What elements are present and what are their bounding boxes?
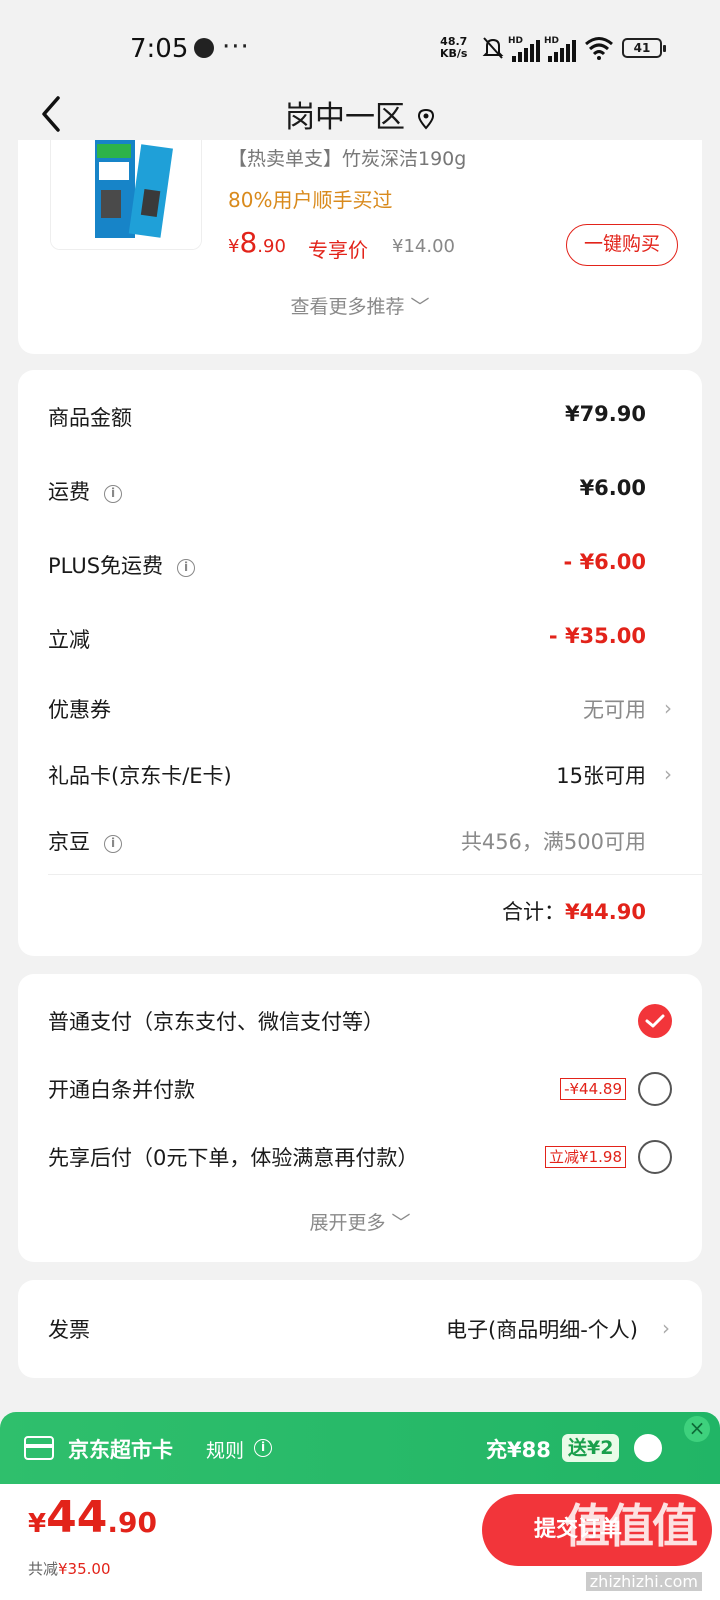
summary-row-jd-beans: 京豆 i 共456，满500可用: [48, 830, 646, 854]
info-icon[interactable]: i: [104, 485, 122, 503]
payment-option-normal[interactable]: 普通支付（京东支付、微信支付等）: [48, 1004, 672, 1044]
promo-rules-link[interactable]: 规则: [206, 1436, 244, 1463]
more-recommendations-link[interactable]: 查看更多推荐 ﹀: [18, 292, 702, 319]
page-title[interactable]: 岗中一区: [0, 92, 720, 136]
promo-recharge: 充¥88: [486, 1438, 551, 1462]
total-price: ¥44.90: [28, 1492, 157, 1543]
exclusive-price-label: 专享价: [308, 238, 368, 262]
promo-gift-badge: 送¥2: [562, 1434, 620, 1462]
watermark-url: zhizhizhi.com: [585, 1572, 702, 1591]
battery-icon: 41: [622, 38, 666, 58]
recommend-price: ¥8.90: [228, 226, 286, 259]
total-saved: 共减¥35.00: [28, 1560, 111, 1578]
original-price: ¥14.00: [392, 236, 455, 257]
invoice-card[interactable]: 发票 电子(商品明细-个人) ›: [18, 1280, 702, 1378]
network-speed: 48.7 KB/s: [440, 35, 468, 60]
toothpaste-image: [51, 140, 201, 249]
info-icon[interactable]: i: [254, 1439, 272, 1457]
chevron-right-icon: ›: [662, 1316, 670, 1340]
purchase-hint: 80%用户顺手买过: [228, 188, 393, 212]
radio-unchecked-icon[interactable]: [638, 1140, 672, 1174]
one-click-buy-button[interactable]: 一键购买: [566, 224, 678, 266]
radio-checked-icon[interactable]: [638, 1004, 672, 1038]
summary-row-gift-card[interactable]: 礼品卡(京东卡/E卡) 15张可用 ›: [48, 760, 672, 800]
invoice-label: 发票: [48, 1318, 90, 1342]
pay-later-tag: 立减¥1.98: [545, 1146, 626, 1168]
summary-total: 合计：¥44.90: [501, 900, 646, 924]
promo-radio[interactable]: [634, 1434, 662, 1462]
radio-unchecked-icon[interactable]: [638, 1072, 672, 1106]
payment-method-card: 普通支付（京东支付、微信支付等） 开通白条并付款 -¥44.89 先享后付（0元…: [18, 974, 702, 1262]
divider: [48, 874, 702, 875]
signal-1-icon: HD: [508, 36, 544, 62]
wifi-icon: [585, 37, 613, 60]
summary-row-shipping: 运费 i ¥6.00: [48, 476, 646, 504]
card-icon: [24, 1436, 54, 1460]
summary-row-coupon[interactable]: 优惠券 无可用 ›: [48, 694, 672, 734]
signal-2-icon: HD: [544, 36, 580, 62]
chevron-right-icon: ›: [664, 696, 672, 720]
supermarket-card-banner: 京东超市卡 规则 i 充¥88 送¥2 ×: [0, 1412, 720, 1484]
expand-more-link[interactable]: 展开更多 ﹀: [18, 1208, 702, 1235]
notification-dot-icon: [194, 38, 214, 58]
payment-option-pay-later[interactable]: 先享后付（0元下单，体验满意再付款） 立减¥1.98: [48, 1140, 672, 1180]
price-summary-card: 商品金额 ¥79.90 运费 i ¥6.00 PLUS免运费 i - ¥6.00 立…: [18, 370, 702, 956]
summary-row-goods: 商品金额 ¥79.90: [48, 402, 646, 430]
payment-option-baitiao[interactable]: 开通白条并付款 -¥44.89: [48, 1072, 672, 1112]
mute-bell-icon: [482, 37, 504, 59]
summary-row-discount: 立减 - ¥35.00: [48, 624, 646, 652]
product-name: 【热卖单支】竹炭深洁190g: [228, 148, 467, 170]
close-icon[interactable]: ×: [684, 1416, 710, 1442]
status-bar: 7:05 ··· 48.7 KB/s HD HD 41: [0, 0, 720, 80]
watermark-logo: 值值值: [564, 1499, 698, 1553]
location-pin-icon: [417, 108, 435, 130]
summary-row-plus-free-shipping: PLUS免运费 i - ¥6.00: [48, 550, 646, 578]
invoice-value: 电子(商品明细-个人): [446, 1318, 638, 1342]
info-icon[interactable]: i: [177, 559, 196, 577]
recommend-card: 【热卖单支】竹炭深洁190g 80%用户顺手买过 ¥8.90 专享价 ¥14.0…: [18, 140, 702, 354]
promo-name: 京东超市卡: [68, 1438, 173, 1462]
chevron-right-icon: ›: [664, 762, 672, 786]
baitiao-tag: -¥44.89: [560, 1078, 626, 1100]
more-notifications-icon: ···: [222, 32, 250, 62]
status-time: 7:05: [130, 34, 189, 64]
info-icon[interactable]: i: [104, 835, 122, 853]
product-image[interactable]: [50, 140, 202, 250]
